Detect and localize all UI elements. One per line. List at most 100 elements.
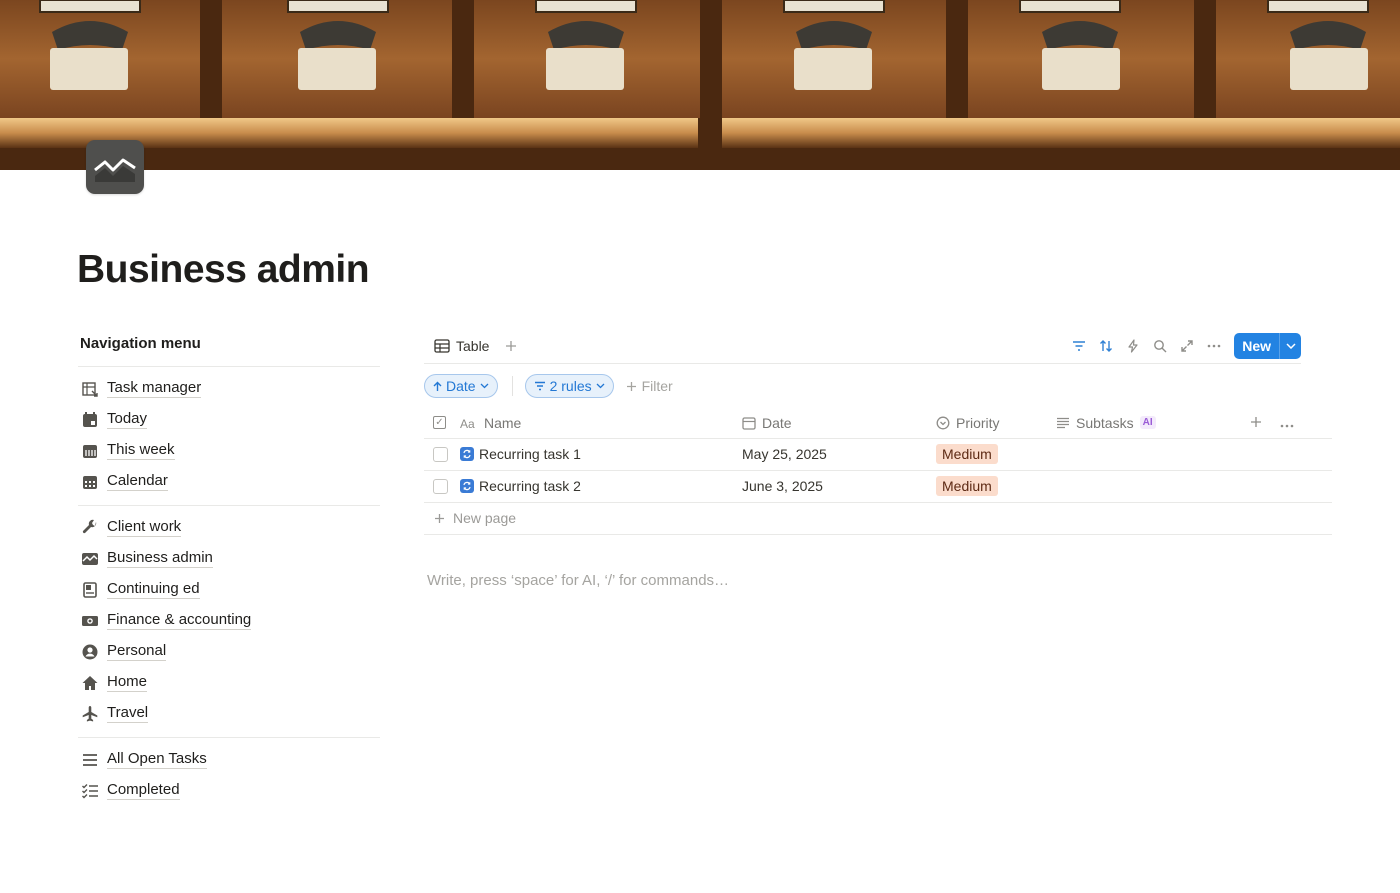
navigation-menu: Navigation menu Task manager Today This … — [78, 330, 380, 806]
add-view-button[interactable] — [499, 334, 523, 358]
add-filter-button[interactable]: Filter — [626, 378, 673, 394]
page-icon[interactable] — [86, 140, 144, 194]
nav-item-continuing-ed[interactable]: Continuing ed — [78, 574, 380, 605]
table-more-button[interactable] — [1280, 415, 1294, 431]
filter-chip-label: 2 rules — [549, 378, 592, 394]
sort-chip-label: Date — [446, 378, 476, 394]
nav-item-label: Continuing ed — [107, 580, 200, 599]
sort-button[interactable] — [1095, 334, 1117, 358]
filter-icon — [534, 381, 545, 391]
chart-line-icon — [80, 549, 100, 569]
sort-chip-date[interactable]: Date — [424, 374, 498, 398]
column-header-name[interactable]: Aa Name — [460, 408, 742, 439]
plus-icon — [506, 340, 517, 351]
new-button-dropdown[interactable] — [1279, 332, 1301, 359]
recurring-icon — [460, 447, 474, 461]
select-all-cell[interactable]: ✓ — [424, 408, 460, 439]
column-header-date[interactable]: Date — [742, 408, 936, 439]
svg-text:Aa: Aa — [460, 417, 475, 429]
column-header-subtasks[interactable]: Subtasks AI — [1056, 408, 1246, 439]
nav-item-task-manager[interactable]: Task manager — [78, 373, 380, 404]
date-cell[interactable]: May 25, 2025 — [742, 438, 936, 471]
editor-placeholder[interactable]: Write, press ‘space’ for AI, ‘/’ for com… — [427, 572, 729, 589]
airplane-icon — [80, 704, 100, 724]
filter-icon — [1073, 340, 1086, 351]
page-cover[interactable] — [0, 0, 1400, 170]
name-cell[interactable]: Recurring task 1 — [460, 438, 742, 471]
ai-badge: AI — [1139, 416, 1156, 430]
nav-item-label: Today — [107, 410, 148, 429]
priority-cell[interactable]: Medium — [936, 438, 1056, 471]
nav-item-finance-accounting[interactable]: Finance & accounting — [78, 605, 380, 636]
add-property-button[interactable] — [1250, 415, 1262, 431]
nav-divider — [78, 737, 380, 738]
page-title[interactable]: Business admin — [77, 248, 370, 292]
column-header-label: Date — [762, 414, 792, 431]
row-select-cell[interactable] — [424, 438, 460, 471]
database-view: Table New Date 2 rules Filter ✓ Aa Name … — [424, 328, 1332, 535]
checklist-icon — [80, 781, 100, 801]
automation-button[interactable] — [1122, 334, 1144, 358]
nav-item-calendar[interactable]: Calendar — [78, 466, 380, 497]
subtasks-cell[interactable] — [1056, 470, 1246, 503]
calendar-month-icon — [80, 472, 100, 492]
table-row[interactable]: Recurring task 2 June 3, 2025 Medium — [424, 470, 1332, 503]
subtasks-cell[interactable] — [1056, 438, 1246, 471]
search-button[interactable] — [1149, 334, 1171, 358]
row-select-cell[interactable] — [424, 470, 460, 503]
calendar-icon — [742, 417, 756, 430]
priority-tag: Medium — [936, 444, 998, 464]
arrow-up-icon — [433, 381, 442, 391]
chevron-down-icon — [1285, 342, 1296, 349]
select-all-checkbox[interactable]: ✓ — [433, 416, 446, 430]
filter-button[interactable] — [1068, 334, 1090, 358]
nav-item-client-work[interactable]: Client work — [78, 512, 380, 543]
filter-chip-rules[interactable]: 2 rules — [524, 374, 614, 398]
plus-icon — [626, 381, 636, 391]
name-cell[interactable]: Recurring task 2 — [460, 470, 742, 503]
new-page-row[interactable]: New page — [424, 502, 1332, 535]
new-page-label: New page — [453, 510, 517, 526]
column-actions-cell — [1246, 408, 1332, 439]
nav-item-label: Completed — [107, 781, 180, 800]
expand-button[interactable] — [1176, 334, 1198, 358]
row-date-text: May 25, 2025 — [742, 446, 827, 462]
select-property-icon — [936, 416, 950, 430]
nav-item-today[interactable]: Today — [78, 404, 380, 435]
plus-icon — [1251, 416, 1261, 427]
nav-item-label: Task manager — [107, 379, 202, 398]
nav-divider — [78, 366, 380, 367]
nav-item-home[interactable]: Home — [78, 667, 380, 698]
more-options-button[interactable] — [1203, 334, 1225, 358]
nav-heading[interactable]: Navigation menu — [78, 330, 380, 358]
book-icon — [80, 580, 100, 600]
nav-item-label: Home — [107, 673, 148, 692]
house-icon — [80, 673, 100, 693]
add-filter-label: Filter — [641, 378, 673, 394]
empty-cell — [1246, 470, 1332, 503]
tab-table[interactable]: Table — [424, 331, 499, 361]
row-checkbox[interactable] — [433, 446, 448, 462]
nav-item-this-week[interactable]: This week — [78, 435, 380, 466]
nav-item-label: Personal — [107, 642, 167, 661]
new-button[interactable]: New — [1234, 332, 1301, 359]
row-name-text: Recurring task 2 — [479, 478, 581, 494]
nav-item-label: Calendar — [107, 472, 168, 491]
recurring-icon — [460, 479, 474, 493]
nav-item-completed[interactable]: Completed — [78, 775, 380, 806]
nav-item-all-open-tasks[interactable]: All Open Tasks — [78, 744, 380, 775]
row-checkbox[interactable] — [433, 478, 448, 494]
user-circle-icon — [80, 642, 100, 662]
database-table: ✓ Aa Name Date Priority Subtasks AI Recu… — [424, 408, 1332, 535]
new-page-button[interactable]: New page — [424, 510, 1332, 526]
nav-item-business-admin[interactable]: Business admin — [78, 543, 380, 574]
column-header-priority[interactable]: Priority — [936, 408, 1056, 439]
table-row[interactable]: Recurring task 1 May 25, 2025 Medium — [424, 438, 1332, 471]
nav-item-personal[interactable]: Personal — [78, 636, 380, 667]
priority-cell[interactable]: Medium — [936, 470, 1056, 503]
chevron-down-icon — [596, 383, 605, 389]
nav-item-travel[interactable]: Travel — [78, 698, 380, 729]
date-cell[interactable]: June 3, 2025 — [742, 470, 936, 503]
nav-divider — [78, 505, 380, 506]
text-lines-icon — [1057, 417, 1069, 428]
